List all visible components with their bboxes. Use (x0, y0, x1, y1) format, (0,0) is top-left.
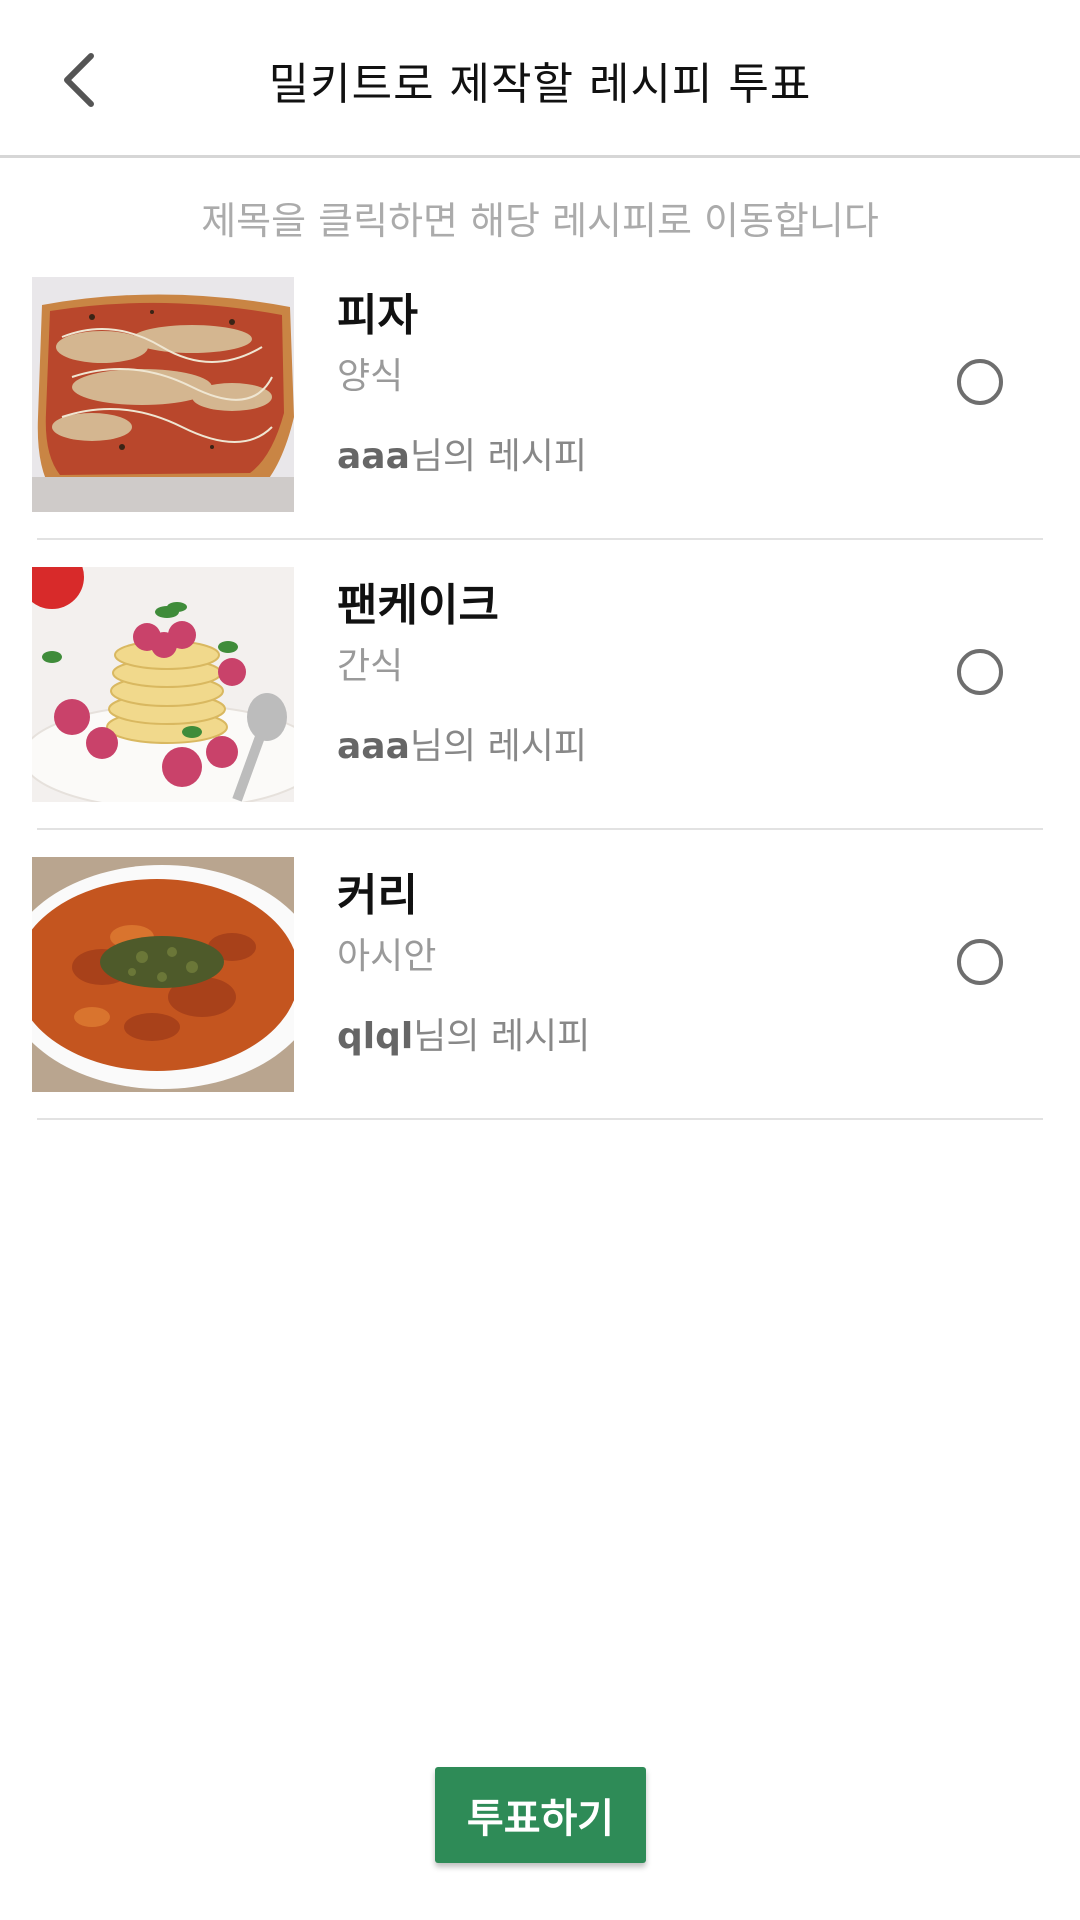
recipe-title-link[interactable]: 피자 (337, 279, 418, 343)
page-title: 밀키트로 제작할 레시피 투표 (268, 59, 812, 110)
recipe-thumbnail (32, 857, 294, 1092)
list-item: 커리 아시안 qlql님의 레시피 (0, 857, 1080, 1147)
author-suffix: 님의 레시피 (413, 1016, 591, 1057)
vote-radio-curry[interactable] (957, 939, 1003, 985)
recipe-title-link[interactable]: 커리 (337, 859, 418, 923)
recipe-thumbnail (32, 567, 294, 802)
recipe-category: 아시안 (337, 936, 437, 977)
vote-button[interactable]: 투표하기 (435, 1767, 646, 1863)
author-suffix: 님의 레시피 (409, 436, 587, 477)
recipe-author: qlql님의 레시피 (337, 1007, 590, 1059)
author-id: qlql (337, 1016, 414, 1057)
recipe-title-link[interactable]: 팬케이크 (337, 569, 499, 633)
recipe-author: aaa님의 레시피 (337, 427, 587, 479)
author-id: aaa (337, 726, 410, 767)
vote-radio-pizza[interactable] (957, 359, 1003, 405)
recipe-category: 양식 (337, 356, 404, 397)
recipe-thumbnail (32, 277, 294, 512)
vote-radio-pancake[interactable] (957, 649, 1003, 695)
author-suffix: 님의 레시피 (409, 726, 587, 767)
hint-text: 제목을 클릭하면 해당 레시피로 이동합니다 (201, 199, 879, 243)
author-id: aaa (337, 436, 410, 477)
list-item: 피자 양식 aaa님의 레시피 (0, 277, 1080, 567)
vote-screen: 밀키트로 제작할 레시피 투표 제목을 클릭하면 해당 레시피로 이동합니다 피… (0, 0, 1080, 1920)
recipe-author: aaa님의 레시피 (337, 717, 587, 769)
header-bar: 밀키트로 제작할 레시피 투표 (0, 0, 1080, 158)
divider (37, 1118, 1043, 1120)
list-item: 팬케이크 간식 aaa님의 레시피 (0, 567, 1080, 857)
divider (37, 828, 1043, 830)
divider (37, 538, 1043, 540)
recipe-category: 간식 (337, 646, 404, 687)
